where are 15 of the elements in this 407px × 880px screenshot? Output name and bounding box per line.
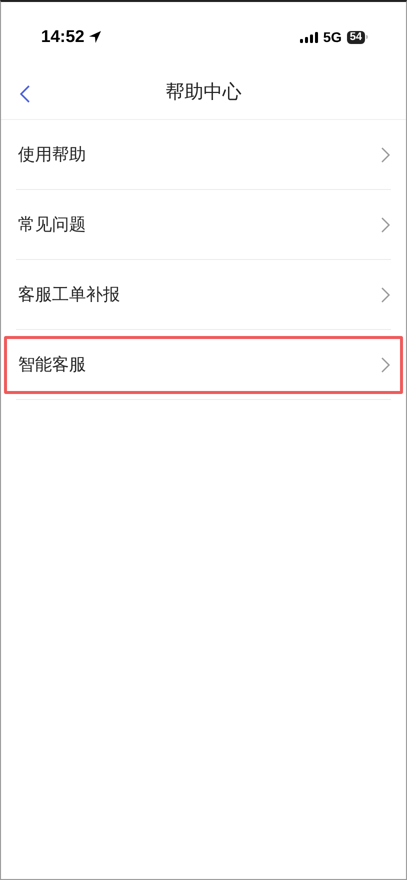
menu-item[interactable]: 使用帮助	[4, 126, 403, 184]
menu-item[interactable]: 客服工单补报	[4, 266, 403, 324]
battery-level: 54	[346, 30, 365, 44]
menu-item[interactable]: 常见问题	[4, 196, 403, 254]
chevron-right-icon	[381, 287, 390, 303]
network-label: 5G	[323, 28, 342, 46]
signal-icon	[300, 32, 318, 42]
location-arrow-icon	[88, 30, 102, 44]
chevron-right-icon	[381, 357, 390, 373]
chevron-left-icon	[20, 85, 30, 103]
page-title: 帮助中心	[166, 81, 242, 106]
status-time: 14:52	[41, 26, 84, 48]
chevron-right-icon	[381, 217, 390, 233]
chevron-right-icon	[381, 147, 390, 163]
menu-item[interactable]: 智能客服	[4, 336, 403, 394]
